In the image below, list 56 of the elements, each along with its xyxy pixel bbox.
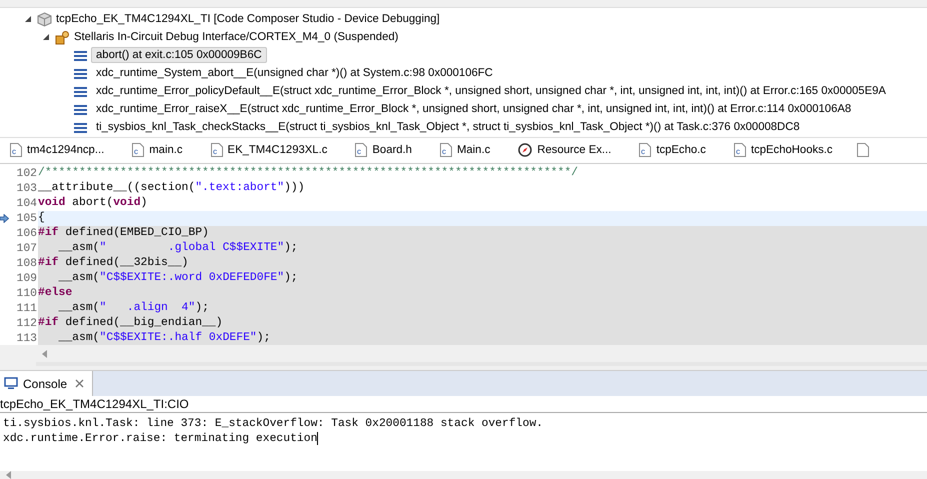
editor-tab[interactable]: c EK_TM4C1293XL.c [206, 139, 332, 162]
text-cursor [317, 432, 318, 446]
editor-tab[interactable]: c tcpEchoHooks.c [730, 139, 837, 162]
cube-icon [37, 12, 52, 26]
scroll-left-icon[interactable] [42, 350, 48, 358]
code-line: void abort(void) [38, 196, 148, 212]
line-number: 106 [15, 228, 37, 240]
console-title: tcpEcho_EK_TM4C1294XL_TI:CIO [0, 396, 927, 414]
stack-frame-icon [74, 122, 87, 132]
stack-frame-item[interactable]: ti_sysbios_knl_Task_checkStacks__E(struct ti_sysbios_knl_Task_Object *, struct ti_sysbios_knl_Task_Object *)() at Task.c:376 0x00008DC8 [91, 119, 805, 135]
file-icon: c [132, 143, 144, 158]
line-number: 103 [15, 182, 37, 195]
scroll-left-icon[interactable] [6, 471, 12, 479]
debug-tree-item[interactable]: Stellaris In-Circuit Debug Interface/CORTEX_M4_0 (Suspended) [74, 31, 398, 43]
console-tab[interactable]: Console [0, 371, 94, 396]
stack-frame-item[interactable]: abort() at exit.c:105 0x00009B6C [91, 47, 267, 63]
compass-icon [518, 143, 532, 158]
line-number: 104 [15, 198, 37, 210]
file-icon: c [355, 143, 368, 158]
close-icon[interactable] [75, 379, 84, 388]
line-number: 109 [15, 272, 37, 285]
file-icon[interactable] [856, 143, 869, 158]
editor-tab[interactable]: c Board.h [351, 139, 416, 162]
stack-frame-icon [74, 86, 87, 96]
line-number: 105 [15, 212, 37, 225]
editor-tab[interactable]: c tm4c1294ncp... [6, 139, 108, 162]
line-number: 108 [15, 258, 37, 270]
line-number: 107 [15, 242, 37, 255]
file-icon: c [639, 143, 652, 158]
code-line: /*****************************************************************************/ [38, 166, 580, 182]
line-number: 110 [15, 288, 37, 300]
console-output: ti.sysbios.knl.Task: line 373: E_stackOverflow: Task 0x20001188 stack overflow. xdc.runtime.Error.raise: terminating execution [0, 413, 927, 471]
stack-frame-icon [74, 68, 87, 78]
editor-tab[interactable]: c main.c [128, 139, 187, 162]
line-number: 113 [15, 332, 37, 345]
file-icon: c [734, 143, 746, 158]
debug-tree-item[interactable]: tcpEcho_EK_TM4C1294XL_TI [Code Composer Studio - Device Debugging] [56, 13, 440, 25]
stack-frame-item[interactable]: xdc_runtime_Error_policyDefault__E(struct xdc_runtime_Error_Block *, unsigned short, unsigned char *, int, unsigned int, int, int)() at Error.c:165 0x00005E9A [91, 83, 891, 99]
stack-frame-icon [74, 104, 87, 114]
expand-arrow-icon[interactable] [42, 33, 50, 41]
monitor-icon [4, 377, 18, 390]
stack-frame-item[interactable]: xdc_runtime_Error_raiseX__E(struct xdc_runtime_Error_Block *, unsigned short, unsigned char *, int, unsigned int, int, int)() at Error.c:114 0x000106A8 [91, 101, 856, 117]
editor-tab[interactable]: c Main.c [436, 139, 494, 162]
file-icon: c [10, 143, 22, 158]
file-icon: c [440, 143, 452, 158]
stack-frame-item[interactable]: xdc_runtime_System_abort__E(unsigned char *)() at System.c:98 0x000106FC [91, 65, 498, 81]
code-line: __attribute__((section(".text:abort"))) [38, 181, 306, 196]
line-number: 102 [15, 168, 37, 180]
file-icon: c [210, 143, 223, 158]
editor-tab[interactable]: Resource Ex... [514, 139, 616, 162]
expand-arrow-icon[interactable] [24, 15, 32, 23]
editor-tab[interactable]: c tcpEcho.c [635, 139, 710, 162]
code-editor[interactable] [0, 164, 927, 345]
line-number: 111 [15, 302, 37, 315]
stack-frame-icon [74, 50, 87, 60]
line-number: 112 [15, 318, 37, 330]
